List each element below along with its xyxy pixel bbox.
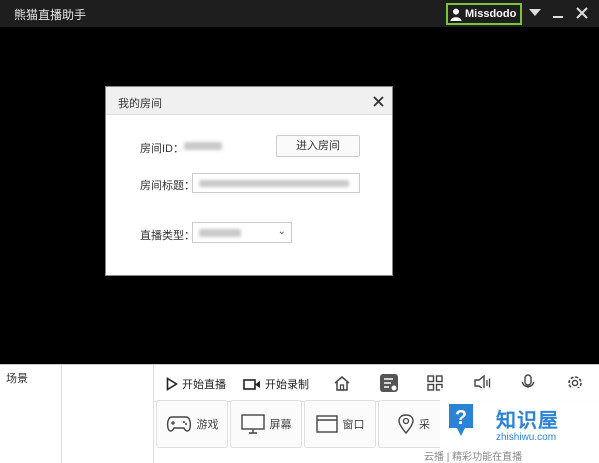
user-icon [450, 8, 462, 21]
my-room-dialog: 我的房间 房间ID： 进入房间 房间标题： 直播类型： ⌄ [105, 86, 393, 276]
room-id-label: 房间ID： [140, 143, 184, 155]
scene-panel: 场景 [0, 365, 62, 463]
source-screen-label: 屏幕 [269, 419, 292, 431]
user-account-button[interactable]: Missdodo [446, 3, 522, 25]
dropdown-icon[interactable] [525, 4, 545, 22]
danmaku-icon[interactable] [377, 371, 401, 395]
minimize-icon[interactable] [548, 4, 568, 22]
start-record-button[interactable]: 开始录制 [243, 369, 309, 399]
dialog-header: 我的房间 [106, 87, 392, 115]
source-capture-label: 采 [419, 419, 430, 431]
start-live-button[interactable]: 开始直播 [166, 369, 226, 399]
dialog-close-icon[interactable] [370, 93, 386, 109]
scene-label: 场景 [6, 373, 28, 385]
footer-text: 云播 | 精彩功能在直播 [424, 452, 523, 463]
start-record-label: 开始录制 [265, 379, 309, 391]
source-screen-button[interactable]: 屏幕 [230, 400, 302, 448]
live-type-value-redacted [199, 229, 241, 237]
room-title-input[interactable] [192, 173, 360, 193]
start-live-label: 开始直播 [182, 379, 226, 391]
room-id-value-redacted [184, 142, 222, 150]
monitor-icon [240, 414, 265, 434]
source-window-label: 窗口 [342, 419, 365, 431]
gamepad-icon [166, 416, 191, 432]
source-game-label: 游戏 [196, 419, 219, 431]
home-icon[interactable] [330, 371, 354, 395]
chevron-down-icon: ⌄ [277, 226, 286, 237]
app-title: 熊猫直播助手 [14, 8, 87, 22]
live-type-select[interactable]: ⌄ [192, 222, 292, 243]
source-window-button[interactable]: 窗口 [304, 400, 376, 448]
dialog-title: 我的房间 [118, 98, 162, 110]
room-title-value-redacted [199, 180, 349, 187]
window-icon [315, 415, 338, 433]
scene-list[interactable] [62, 365, 154, 463]
watermark-logo-icon: ? [446, 400, 476, 440]
close-icon[interactable] [572, 4, 592, 22]
enter-room-button[interactable]: 进入房间 [276, 135, 360, 157]
location-pin-icon [398, 414, 414, 434]
source-game-button[interactable]: 游戏 [156, 400, 228, 448]
svg-text:?: ? [455, 407, 467, 429]
title-bar: 熊猫直播助手 Missdodo [0, 0, 599, 27]
username: Missdodo [465, 8, 517, 20]
room-title-label: 房间标题： [140, 180, 195, 192]
video-camera-icon [243, 378, 260, 390]
play-icon [166, 377, 178, 391]
live-type-label: 直播类型： [140, 230, 195, 242]
watermark-title: 知识屋 [496, 410, 559, 432]
watermark-url: zhishiwu.com [496, 432, 557, 443]
